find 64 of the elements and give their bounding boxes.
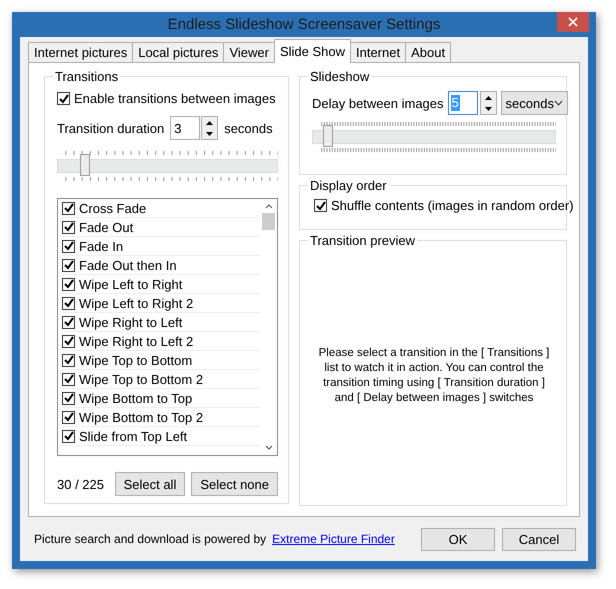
slider-thumb[interactable]	[323, 125, 334, 147]
credit-link[interactable]: Extreme Picture Finder	[272, 532, 395, 546]
group-title: Transitions	[53, 69, 120, 84]
list-item[interactable]: Wipe Bottom to Top 2	[79, 410, 204, 424]
checkbox[interactable]	[62, 258, 75, 272]
close-button[interactable]	[557, 12, 589, 32]
checkbox[interactable]	[62, 372, 75, 386]
tab[interactable]: Slide Show	[274, 39, 351, 63]
checkbox[interactable]	[62, 316, 75, 328]
down-arrow-icon	[206, 132, 214, 136]
dialog-button[interactable]: Cancel	[502, 528, 576, 550]
tab[interactable]: About	[405, 42, 452, 63]
checkbox[interactable]	[57, 92, 70, 105]
select-button[interactable]: Select none	[191, 472, 278, 496]
list-item[interactable]: Wipe Left to Right 2	[79, 296, 194, 310]
list-item[interactable]: Fade In	[79, 238, 124, 254]
selection-count: 30 / 225	[57, 476, 104, 492]
list-item[interactable]: Wipe Right to Left 2	[79, 334, 194, 348]
checkbox-label: Enable transitions between images	[74, 91, 276, 106]
preview-message: Please select a transition in the [ Transitions ] list to watch it in action. You can control the transition timing using [ Transition duration ] and [ Delay between images ] switches	[318, 346, 550, 406]
list-item[interactable]: Fade Out then In	[79, 258, 177, 272]
up-arrow-icon	[484, 96, 492, 100]
scroll-thumb[interactable]	[262, 213, 275, 230]
close-icon	[568, 17, 578, 27]
field-label: Transition duration	[57, 120, 164, 136]
up-arrow-icon	[206, 120, 214, 124]
checkbox[interactable]	[62, 354, 75, 366]
group-title: Display order	[308, 178, 389, 194]
checkbox[interactable]	[62, 220, 75, 234]
list-item[interactable]: Wipe Left to Right	[79, 276, 182, 292]
checkbox[interactable]	[62, 410, 75, 424]
window-title: Endless Slideshow Screensaver Settings	[168, 16, 440, 33]
checkbox-label: Shuffle contents (images in random order)	[331, 198, 574, 214]
checkbox[interactable]	[62, 296, 75, 310]
spin-button[interactable]	[201, 116, 218, 140]
checkbox[interactable]	[62, 392, 75, 404]
checkbox[interactable]	[314, 199, 327, 212]
list-item[interactable]: Cross Fade	[79, 200, 146, 216]
unit-label: seconds	[224, 120, 273, 136]
credit-text: Picture search and download is powered by	[34, 532, 266, 546]
list-item[interactable]: Wipe Top to Bottom	[79, 352, 192, 368]
checkbox[interactable]	[62, 334, 75, 348]
list-item[interactable]: Fade Out	[79, 220, 134, 234]
tab[interactable]: Internet pictures	[28, 42, 134, 63]
number-field[interactable]: 3	[170, 116, 200, 140]
checkbox[interactable]	[62, 278, 75, 290]
dialog-button[interactable]: OK	[421, 528, 495, 550]
field-label: Delay between images	[312, 96, 444, 110]
unit-dropdown[interactable]: seconds	[500, 91, 568, 115]
down-arrow-icon	[484, 106, 492, 110]
list-item[interactable]: Slide from Top Left	[79, 428, 188, 444]
tab[interactable]: Local pictures	[132, 42, 224, 63]
checkbox[interactable]	[62, 202, 75, 214]
list-item[interactable]: Wipe Top to Bottom 2	[79, 372, 204, 386]
slider-thumb[interactable]	[80, 154, 90, 176]
select-button[interactable]: Select all	[114, 472, 186, 496]
group-title: Slideshow	[308, 69, 372, 84]
list-item[interactable]: Wipe Bottom to Top	[79, 390, 192, 406]
checkbox[interactable]	[62, 430, 75, 442]
spin-button[interactable]	[480, 91, 497, 115]
list-item[interactable]: Wipe Right to Left	[79, 314, 182, 330]
group-title: Transition preview	[308, 233, 418, 248]
caret-icon	[554, 100, 563, 106]
checkbox[interactable]	[62, 240, 75, 252]
